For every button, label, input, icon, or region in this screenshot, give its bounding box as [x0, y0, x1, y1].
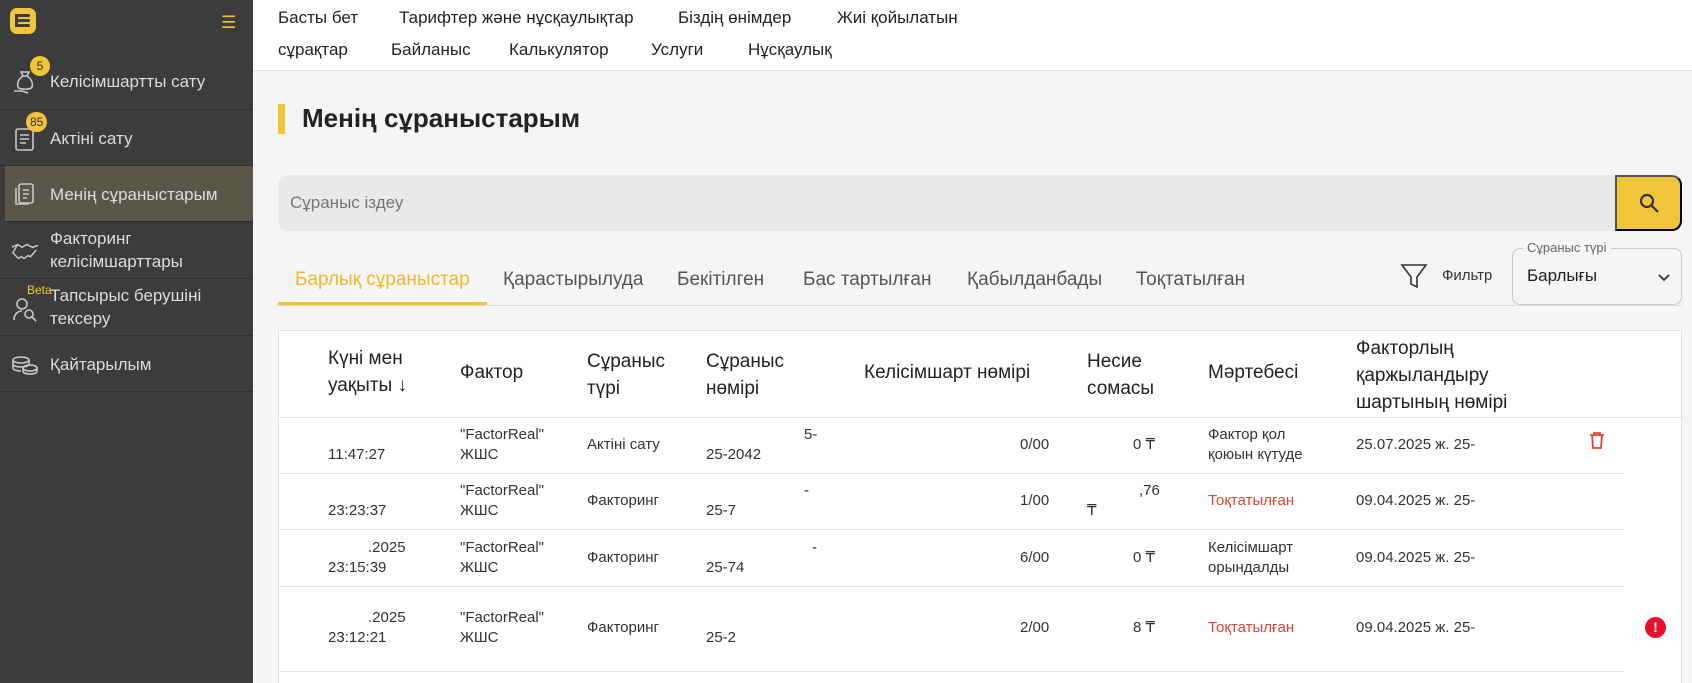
header-amount: Несие сомасы [1087, 351, 1155, 399]
header-request-number: Сұраныс нөмірі [706, 351, 785, 399]
tab-approved[interactable]: Бекітілген [677, 269, 764, 291]
filter-icon[interactable] [1400, 262, 1428, 290]
requests-table: Күні мен уақыты ↓ Фактор Сұраныс түрі Сұра… [278, 330, 1683, 683]
tab-all[interactable]: Барлық сұраныстар [295, 269, 470, 291]
sidebar-item-sell-contract[interactable]: 5 Келісімшартты сату [0, 54, 253, 110]
tab-rejected[interactable]: Қабылданбады [967, 269, 1102, 291]
nav-link-services[interactable]: Услуги [651, 40, 703, 60]
user-info[interactable] [1343, 8, 1673, 58]
collapse-menu-icon[interactable]: ☰ [221, 14, 236, 31]
sidebar-item-label: Келісімшартты сату [50, 72, 206, 91]
badge-sell-act: 85 [26, 112, 48, 132]
status-badge: Тоқтатылған [1208, 619, 1295, 636]
coins-icon [11, 350, 39, 378]
header-status: Мәртебесі [1208, 362, 1299, 383]
nav-link-products[interactable]: Біздің өнімдер [678, 8, 791, 28]
sidebar-item-factoring-contracts[interactable]: Факторинг келісімшарттары [0, 222, 253, 279]
sidebar-item-label: Менің сұраныстарым [50, 185, 218, 204]
header-contract-number: Келісімшарт нөмірі [864, 362, 1031, 383]
filter-label[interactable]: Фильтр [1442, 267, 1492, 284]
nav-link-faq-cont[interactable]: сұрақтар [278, 40, 348, 60]
delete-icon[interactable] [1589, 431, 1605, 454]
sidebar: ☰ 5 Келісімшартты сату 85 Актіні сату Ме… [0, 0, 253, 683]
badge-sell-contract: 5 [30, 56, 50, 76]
sidebar-header: ☰ [0, 0, 253, 44]
sidebar-item-returns[interactable]: Қайтарылым [0, 336, 253, 392]
header-date[interactable]: Күні мен уақыты ↓ [328, 345, 407, 399]
header-type: Сұраныс түрі [587, 351, 666, 399]
sidebar-item-check-customer[interactable]: Beta Тапсырыс берушіні тексеру [0, 279, 253, 336]
select-value: Барлығы [1527, 266, 1598, 285]
nav-link-guide[interactable]: Нұсқаулық [748, 40, 832, 60]
search-button[interactable] [1615, 175, 1682, 231]
tab-declined[interactable]: Бас тартылған [803, 269, 931, 291]
logo-icon[interactable] [10, 8, 36, 34]
page-title: Менің сұраныстарым [302, 103, 581, 133]
status-badge: Тоқтатылған [1208, 492, 1295, 509]
active-tab-indicator [278, 302, 487, 305]
sidebar-item-my-requests[interactable]: Менің сұраныстарым [5, 166, 253, 222]
chevron-down-icon [1658, 274, 1670, 282]
sidebar-item-label: Қайтарылым [50, 355, 152, 374]
documents-icon [11, 180, 39, 208]
tab-stopped[interactable]: Тоқтатылған [1136, 269, 1245, 291]
nav-link-home[interactable]: Басты бет [278, 8, 358, 28]
nav-link-faq[interactable]: Жиі қойылатын [837, 8, 958, 28]
handshake-icon [11, 237, 39, 265]
top-navigation: Басты бет Тарифтер және нұсқаулықтар Біз… [253, 0, 1692, 71]
title-accent [278, 104, 285, 134]
nav-link-contacts[interactable]: Байланыс [391, 40, 471, 60]
sidebar-item-sell-act[interactable]: 85 Актіні сату [0, 110, 253, 166]
sidebar-item-label: Тапсырыс берушіні тексеру [50, 286, 202, 328]
tab-review[interactable]: Қарастырылуда [503, 269, 643, 291]
sidebar-item-label: Факторинг келісімшарттары [50, 229, 183, 271]
search-icon [1639, 193, 1659, 213]
header-financing-number: Факторлың қаржыландыру шартының нөмірі [1356, 338, 1508, 413]
select-legend: Сұраныс түрі [1523, 240, 1611, 255]
request-type-select[interactable]: Сұраныс түрі Барлығы [1512, 240, 1682, 305]
nav-link-tariffs[interactable]: Тарифтер және нұсқаулықтар [399, 8, 634, 28]
search-input[interactable] [278, 175, 1615, 231]
header-factor: Фактор [460, 362, 524, 383]
user-search-icon [11, 295, 39, 323]
sidebar-item-label: Актіні сату [50, 129, 133, 148]
warning-icon[interactable]: ! [1645, 617, 1666, 638]
nav-link-calculator[interactable]: Калькулятор [509, 40, 609, 60]
